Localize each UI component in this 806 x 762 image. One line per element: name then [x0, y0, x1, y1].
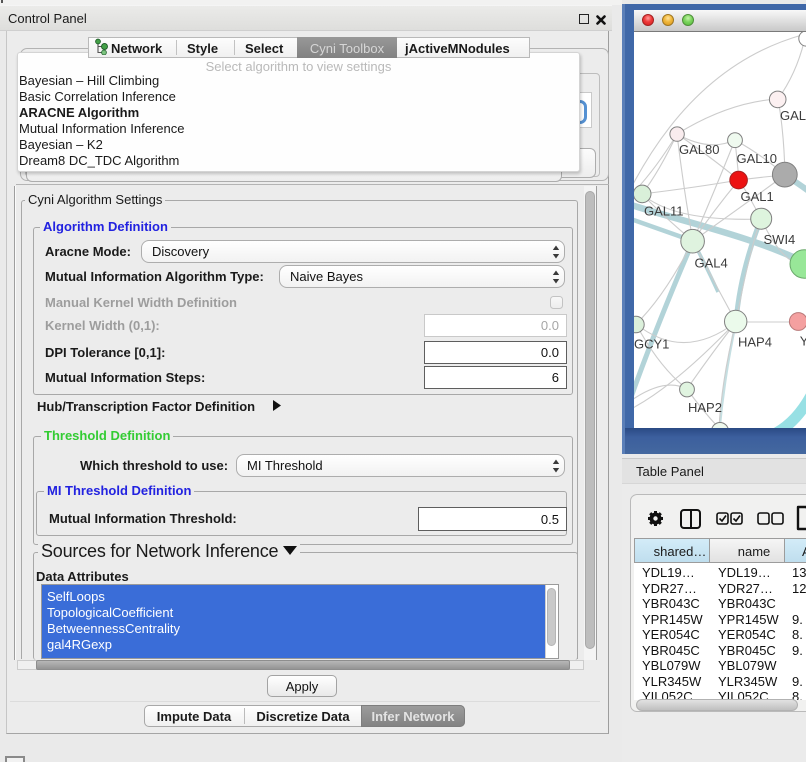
svg-text:SWI4: SWI4 [764, 232, 796, 247]
svg-text:GCY1: GCY1 [634, 337, 669, 352]
svg-text:GAL11: GAL11 [644, 204, 684, 219]
svg-text:GAL4: GAL4 [695, 256, 728, 271]
svg-text:GAL1: GAL1 [741, 189, 774, 204]
svg-text:GAL: GAL [780, 108, 806, 123]
svg-text:Y: Y [800, 334, 806, 349]
svg-text:HAP4: HAP4 [738, 335, 772, 350]
svg-text:GAL10: GAL10 [737, 151, 777, 166]
svg-text:HAP2: HAP2 [688, 400, 722, 415]
svg-text:GAL80: GAL80 [679, 142, 719, 157]
